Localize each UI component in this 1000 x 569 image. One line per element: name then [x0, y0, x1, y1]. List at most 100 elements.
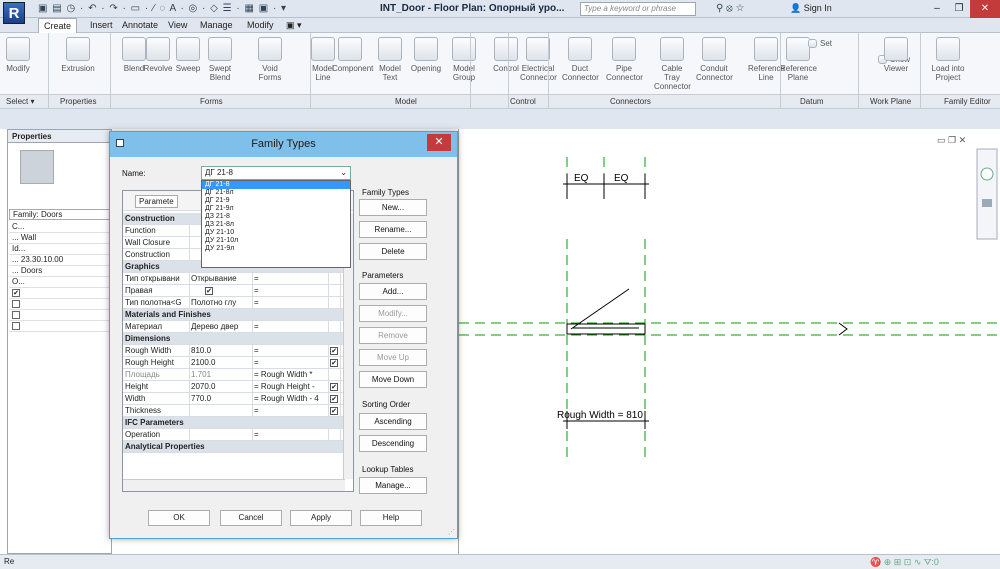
type-name-select[interactable]: ДГ 21-8 ⌄: [201, 166, 351, 180]
dropdown-option[interactable]: ДУ 21-10: [202, 229, 350, 237]
move-down-button[interactable]: Move Down: [359, 371, 427, 388]
dialog-ok-button[interactable]: OK: [148, 510, 210, 526]
property-row[interactable]: [9, 321, 111, 332]
sign-in-link[interactable]: 👤 Sign In: [790, 3, 832, 14]
tab-create[interactable]: Create: [38, 18, 78, 33]
navigation-bar[interactable]: [976, 148, 998, 240]
view-window-controls[interactable]: ▭ ❐ ✕: [937, 135, 966, 145]
new-button[interactable]: New...: [359, 199, 427, 216]
ribbon-conduit-connector-button[interactable]: Conduit Connector: [696, 37, 733, 82]
type-name-dropdown[interactable]: ДГ 21-8 ДГ 21-8л ДГ 21-9 ДГ 21-9л ДЗ 21-8 ДЗ …: [201, 180, 351, 268]
parameter-value[interactable]: Открывание: [191, 273, 237, 284]
ribbon-reference-line-button[interactable]: Reference Line: [748, 37, 785, 82]
manage-button[interactable]: Manage...: [359, 477, 427, 494]
property-row[interactable]: ✔: [9, 288, 111, 299]
grid-row[interactable]: Rough Width 810.0 = ✔: [123, 345, 353, 357]
grid-row[interactable]: Материал Дерево двер =: [123, 321, 353, 333]
property-row[interactable]: [9, 299, 111, 310]
grid-row[interactable]: Operation =: [123, 429, 353, 441]
ribbon-model-text-button[interactable]: Model Text: [372, 37, 408, 82]
dialog-help-button[interactable]: Help: [360, 510, 422, 526]
parameter-value[interactable]: Полотно глу: [191, 297, 236, 308]
steering-wheel-icon[interactable]: [980, 167, 994, 181]
grid-row[interactable]: Thickness = ✔: [123, 405, 353, 417]
parameter-value[interactable]: 1.701: [191, 369, 211, 380]
search-input[interactable]: Type a keyword or phrase: [580, 2, 696, 16]
property-row[interactable]: Id...: [9, 244, 111, 255]
floor-plan-drawing[interactable]: EQ EQ Rough Width = 810 ▭ ❐ ✕: [459, 129, 1000, 554]
ribbon-swept-blend-button[interactable]: Swept Blend: [202, 37, 238, 82]
ribbon-sweep-button[interactable]: Sweep: [170, 37, 206, 73]
property-checkbox[interactable]: ✔: [12, 288, 20, 297]
ribbon-cable-tray-connector-button[interactable]: Cable Tray Connector: [654, 37, 691, 91]
parameter-formula[interactable]: =: [254, 357, 259, 368]
parameter-value[interactable]: 2070.0: [191, 381, 215, 392]
lock-checkbox[interactable]: ✔: [330, 407, 338, 415]
drawing-canvas[interactable]: EQ EQ Rough Width = 810 ▭ ❐ ✕: [458, 129, 1000, 554]
dropdown-option[interactable]: ДГ 21-9: [202, 197, 350, 205]
restore-icon[interactable]: ❐: [948, 0, 970, 18]
dropdown-option[interactable]: ДУ 21-10л: [202, 237, 350, 245]
ascending-button[interactable]: Ascending: [359, 413, 427, 430]
ribbon-electrical-connector-button[interactable]: Electrical Connector: [520, 37, 557, 82]
zoom-icon[interactable]: [982, 199, 992, 207]
parameter-formula[interactable]: =: [254, 297, 259, 308]
grid-row[interactable]: Площадь 1.701 = Rough Width *: [123, 369, 353, 381]
parameter-formula[interactable]: =: [254, 429, 259, 440]
resize-grip-icon[interactable]: ⋰: [448, 528, 455, 536]
dropdown-option[interactable]: ДЗ 21-8л: [202, 221, 350, 229]
lock-checkbox[interactable]: ✔: [330, 347, 338, 355]
lock-checkbox[interactable]: ✔: [330, 383, 338, 391]
lock-checkbox[interactable]: ✔: [330, 395, 338, 403]
dropdown-option[interactable]: ДГ 21-8: [202, 181, 350, 189]
property-row[interactable]: O...: [9, 277, 111, 288]
dropdown-option[interactable]: ДГ 21-8л: [202, 189, 350, 197]
ribbon-viewer-button[interactable]: Viewer: [878, 37, 914, 73]
parameter-formula[interactable]: =: [254, 405, 259, 416]
close-icon[interactable]: ✕: [970, 0, 1000, 18]
dropdown-option[interactable]: ДУ 21-9л: [202, 245, 350, 253]
property-row[interactable]: ... Doors: [9, 266, 111, 277]
move-up-button[interactable]: Move Up: [359, 349, 427, 366]
parameter-formula[interactable]: = Rough Height -: [254, 381, 315, 392]
property-row[interactable]: C...: [9, 222, 111, 233]
ribbon-pipe-connector-button[interactable]: Pipe Connector: [606, 37, 643, 82]
parameter-formula[interactable]: =: [254, 285, 259, 296]
parameter-value[interactable]: Дерево двер: [191, 321, 238, 332]
ribbon-modify-button[interactable]: Modify: [4, 37, 32, 73]
ribbon-void-forms-button[interactable]: Void Forms: [252, 37, 288, 82]
parameter-formula[interactable]: = Rough Width *: [254, 369, 312, 380]
grid-row[interactable]: Height 2070.0 = Rough Height - ✔: [123, 381, 353, 393]
family-label[interactable]: Family: Doors: [9, 209, 111, 220]
descending-button[interactable]: Descending: [359, 435, 427, 452]
ribbon-opening-button[interactable]: Opening: [408, 37, 444, 73]
dialog-close-icon[interactable]: ✕: [427, 134, 451, 151]
ribbon-set-button[interactable]: Set: [808, 39, 868, 49]
chevron-down-icon[interactable]: ⌄: [340, 168, 347, 177]
parameter-formula[interactable]: =: [254, 321, 259, 332]
property-checkbox[interactable]: [12, 299, 20, 308]
dropdown-option[interactable]: ДЗ 21-8: [202, 213, 350, 221]
grid-hscrollbar[interactable]: [123, 479, 345, 491]
grid-row[interactable]: Width 770.0 = Rough Width - 4 ✔: [123, 393, 353, 405]
parameter-value[interactable]: ✔: [205, 287, 213, 295]
tab-options-icon[interactable]: ▣ ▾: [286, 20, 302, 31]
modify-button[interactable]: Modify...: [359, 305, 427, 322]
lock-checkbox[interactable]: ✔: [330, 359, 338, 367]
grid-row[interactable]: Тип полотна<G Полотно глу =: [123, 297, 353, 309]
ribbon-extrusion-button[interactable]: Extrusion: [60, 37, 96, 73]
grid-row[interactable]: Правая ✔ =: [123, 285, 353, 297]
grid-row[interactable]: Тип открывани Открывание =: [123, 273, 353, 285]
parameter-value[interactable]: 810.0: [191, 345, 211, 356]
property-checkbox[interactable]: [12, 321, 20, 330]
minimize-icon[interactable]: –: [926, 0, 948, 18]
tab-manage[interactable]: Manage: [200, 20, 233, 30]
parameter-value[interactable]: 2100.0: [191, 357, 215, 368]
property-row[interactable]: ... Wall: [9, 233, 111, 244]
ribbon-duct-connector-button[interactable]: Duct Connector: [562, 37, 599, 82]
eq-label-1[interactable]: EQ: [574, 173, 589, 184]
status-tools-icons[interactable]: ♈ ⊕ ⊞ ⊡ ∿ ⛛:0: [870, 557, 939, 568]
rough-width-dimension[interactable]: Rough Width = 810: [557, 410, 643, 421]
ribbon-model-group-button[interactable]: Model Group: [446, 37, 482, 82]
ribbon-component-button[interactable]: Component: [332, 37, 373, 73]
